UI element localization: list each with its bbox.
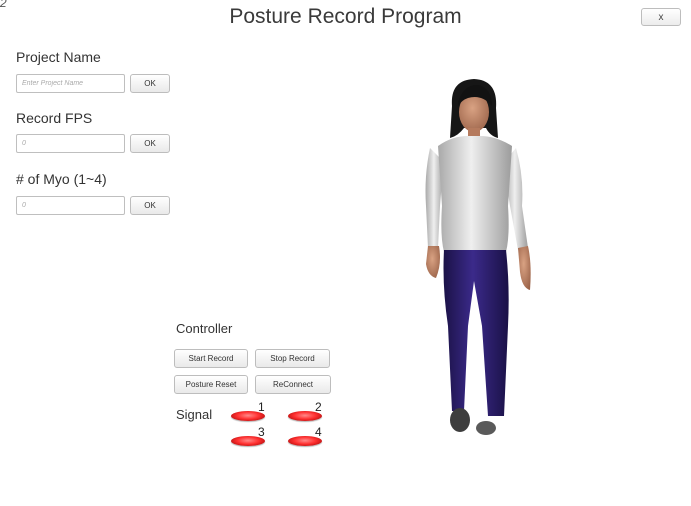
signal-indicator-1: 1 — [231, 400, 265, 421]
signal-number-1: 1 — [258, 400, 265, 414]
project-name-input[interactable] — [16, 74, 125, 93]
signal-number-3: 3 — [258, 425, 265, 439]
close-button[interactable]: x — [641, 8, 681, 26]
signal-number-2: 2 — [315, 400, 322, 414]
avatar-right-hand — [518, 246, 531, 290]
window-title: Posture Record Program — [229, 5, 462, 28]
myo-count-label: # of Myo (1~4) — [16, 171, 107, 187]
avatar-left-hand — [426, 246, 440, 278]
posture-reset-button[interactable]: Posture Reset — [174, 375, 248, 394]
avatar-shirt — [438, 136, 512, 252]
project-name-label: Project Name — [16, 49, 101, 65]
project-name-ok-button[interactable]: OK — [130, 74, 170, 93]
reconnect-button[interactable]: ReConnect — [255, 375, 331, 394]
avatar-figure — [425, 79, 531, 435]
controller-label: Controller — [176, 321, 233, 336]
myo-count-ok-button[interactable]: OK — [130, 196, 170, 215]
avatar-left-shoe — [450, 408, 470, 432]
record-fps-ok-button[interactable]: OK — [130, 134, 170, 153]
signal-indicator-4: 4 — [288, 425, 322, 446]
signal-indicator-3: 3 — [231, 425, 265, 446]
myo-count-input[interactable] — [16, 196, 125, 215]
start-record-button[interactable]: Start Record — [174, 349, 248, 368]
record-fps-input[interactable] — [16, 134, 125, 153]
signal-number-4: 4 — [315, 425, 322, 439]
avatar-right-shoe — [476, 421, 496, 435]
signal-label: Signal — [176, 407, 213, 422]
record-fps-label: Record FPS — [16, 110, 93, 126]
avatar-pants — [443, 250, 509, 416]
stop-record-button[interactable]: Stop Record — [255, 349, 330, 368]
signal-indicator-2: 2 — [288, 400, 322, 421]
